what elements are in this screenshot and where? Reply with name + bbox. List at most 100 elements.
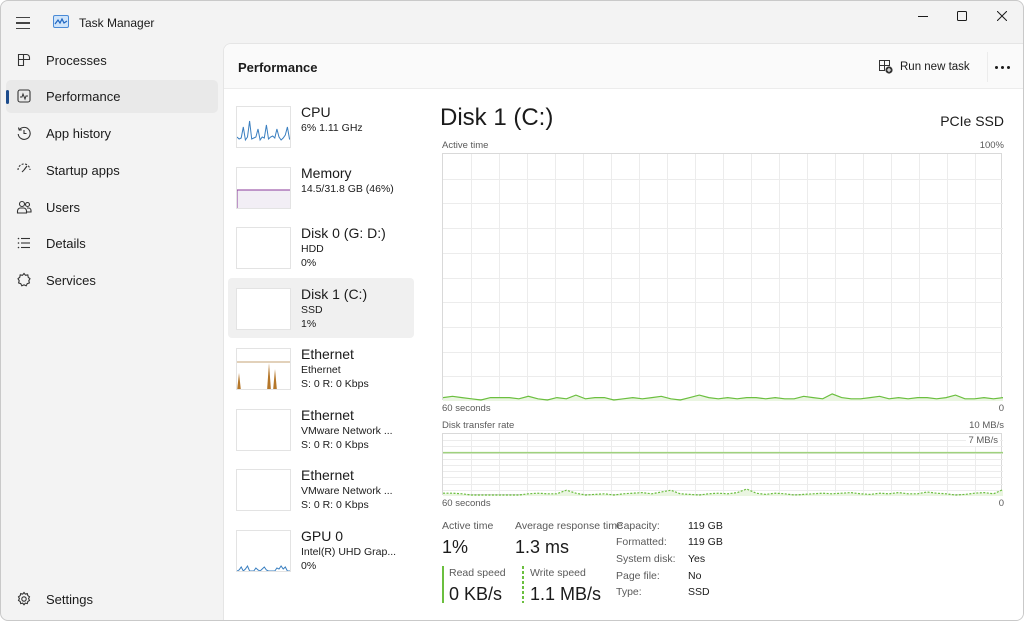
processes-icon	[17, 53, 31, 67]
transfer-rate-graph-max: 10 MB/s	[969, 420, 1004, 431]
sidebar-item-users[interactable]: Users	[6, 191, 218, 224]
formatted-label: Formatted:	[616, 536, 667, 548]
type-label: Type:	[616, 586, 642, 598]
close-button[interactable]	[982, 1, 1022, 31]
content-pane: Performance Run new task CPU 6% 1.11 GHz M…	[223, 43, 1023, 620]
device-item-ethernet-vmware-1[interactable]: Ethernet VMware Network ... S: 0 R: 0 Kbps	[228, 399, 414, 459]
hamburger-line	[16, 22, 30, 24]
device-item-ethernet-vmware-2[interactable]: Ethernet VMware Network ... S: 0 R: 0 Kbps	[228, 459, 414, 519]
device-detail-line: Ethernet	[301, 364, 341, 376]
type-value: SSD	[688, 586, 710, 598]
sparkline-peak	[273, 369, 277, 389]
device-name: Disk 1 (C:)	[301, 285, 368, 302]
more-options-button[interactable]	[988, 54, 1016, 80]
sparkline-peak	[237, 373, 241, 389]
active-time-graph-svg	[443, 154, 1003, 401]
thumbnail-sparkline	[237, 361, 290, 389]
device-thumbnail-graph	[236, 287, 291, 330]
thumbnail-sparkline	[237, 189, 290, 208]
device-detail-line: VMware Network ...	[301, 424, 393, 437]
disk-model: PCIe SSD	[940, 113, 1004, 129]
system-disk-value: Yes	[688, 553, 706, 565]
active-time-x-label: 60 seconds	[442, 403, 491, 414]
sidebar-item-label: Startup apps	[46, 163, 120, 178]
transfer-rate-ref-label: 7 MB/s	[966, 435, 1000, 446]
content-header: Performance Run new task	[224, 44, 1023, 89]
app-title: Task Manager	[79, 16, 155, 30]
active-time-graph-label: Active time	[442, 140, 489, 151]
sidebar-item-services[interactable]: Services	[6, 264, 218, 297]
close-icon	[997, 11, 1007, 21]
sidebar-item-settings[interactable]: Settings	[6, 583, 218, 616]
app-history-icon	[17, 126, 31, 140]
sidebar-item-label: Performance	[46, 89, 121, 104]
device-thumbnail-graph	[236, 408, 291, 451]
thumbnail-sparkline	[237, 470, 291, 511]
more-dot-icon	[1000, 65, 1004, 69]
minimize-icon	[918, 16, 928, 17]
sparkline-path	[237, 564, 290, 571]
sidebar-item-label: Processes	[46, 53, 107, 68]
transfer-rate-graph	[442, 433, 1003, 496]
memory-usage-fill	[237, 189, 290, 208]
device-item-cpu[interactable]: CPU 6% 1.11 GHz	[228, 96, 414, 156]
device-item-gpu-0[interactable]: GPU 0 Intel(R) UHD Grap... 0%	[228, 520, 414, 580]
capacity-label: Capacity:	[616, 520, 660, 532]
hamburger-menu-button[interactable]	[13, 13, 33, 33]
run-new-task-label: Run new task	[900, 61, 970, 73]
thumbnail-sparkline	[237, 410, 291, 451]
task-manager-window: Task Manager Processes Performance App h…	[0, 0, 1024, 621]
device-list: CPU 6% 1.11 GHz Memory 14.5/31.8 GB (46%) Di…	[224, 90, 420, 620]
write-speed-legend-bar	[522, 566, 524, 603]
sidebar-item-app-history[interactable]: App history	[6, 117, 218, 150]
page-title: Performance	[238, 60, 318, 75]
services-icon	[17, 272, 31, 287]
device-detail-line: S: 0 R: 0 Kbps	[301, 499, 369, 511]
device-detail-line: 6% 1.11 GHz	[301, 122, 363, 134]
hamburger-line	[16, 17, 30, 19]
sidebar-item-startup-apps[interactable]: Startup apps	[6, 154, 218, 187]
sparkline-peak	[267, 363, 271, 389]
capacity-value: 119 GB	[688, 520, 723, 532]
active-time-stat-value: 1%	[442, 537, 469, 557]
hamburger-line	[16, 27, 30, 29]
device-item-disk-1[interactable]: Disk 1 (C:) SSD 1%	[228, 277, 414, 338]
run-new-task-button[interactable]: Run new task	[872, 53, 976, 81]
sidebar-item-performance[interactable]: Performance	[6, 80, 218, 113]
read-speed-stat-label: Read speed	[449, 567, 506, 579]
more-dot-icon	[994, 65, 998, 69]
device-thumbnail-graph	[236, 529, 291, 572]
sparkline-path	[237, 120, 290, 142]
device-name: GPU 0	[301, 527, 344, 544]
maximize-button[interactable]	[942, 1, 982, 31]
avg-response-stat-value: 1.3 ms	[515, 537, 570, 557]
device-detail-line: 0%	[301, 559, 317, 572]
thumbnail-sparkline	[237, 289, 291, 330]
device-item-disk-0[interactable]: Disk 0 (G: D:) HDD 0%	[228, 217, 414, 277]
startup-apps-icon	[17, 163, 31, 173]
title-bar: Task Manager	[1, 1, 1023, 43]
write-speed-stat-label: Write speed	[530, 567, 586, 579]
sidebar-item-details[interactable]: Details	[6, 227, 218, 260]
write-speed-stat-value: 1.1 MB/s	[530, 584, 602, 604]
device-detail-line: S: 0 R: 0 Kbps	[301, 378, 369, 390]
device-item-ethernet[interactable]: Ethernet Ethernet S: 0 R: 0 Kbps	[228, 338, 414, 398]
device-detail-line: 1%	[301, 317, 317, 330]
device-item-memory[interactable]: Memory 14.5/31.8 GB (46%)	[228, 157, 414, 217]
read-speed-legend-bar	[442, 566, 444, 603]
device-name: Ethernet	[301, 406, 354, 423]
device-thumbnail-graph	[236, 227, 291, 269]
device-detail-line: 0%	[301, 257, 317, 269]
device-detail-line: VMware Network ...	[301, 485, 393, 497]
device-detail-line: Intel(R) UHD Grap...	[301, 545, 397, 558]
more-dot-icon	[1006, 65, 1010, 69]
minimize-button[interactable]	[903, 1, 943, 31]
device-detail-line: HDD	[301, 243, 324, 255]
run-new-task-icon	[879, 60, 893, 74]
thumbnail-sparkline	[237, 564, 290, 571]
device-name: Ethernet	[301, 346, 354, 362]
device-name: Memory	[301, 164, 352, 181]
sidebar-item-label: App history	[46, 126, 112, 141]
sidebar-item-processes[interactable]: Processes	[6, 44, 218, 77]
transfer-rate-graph-svg	[443, 434, 1003, 496]
